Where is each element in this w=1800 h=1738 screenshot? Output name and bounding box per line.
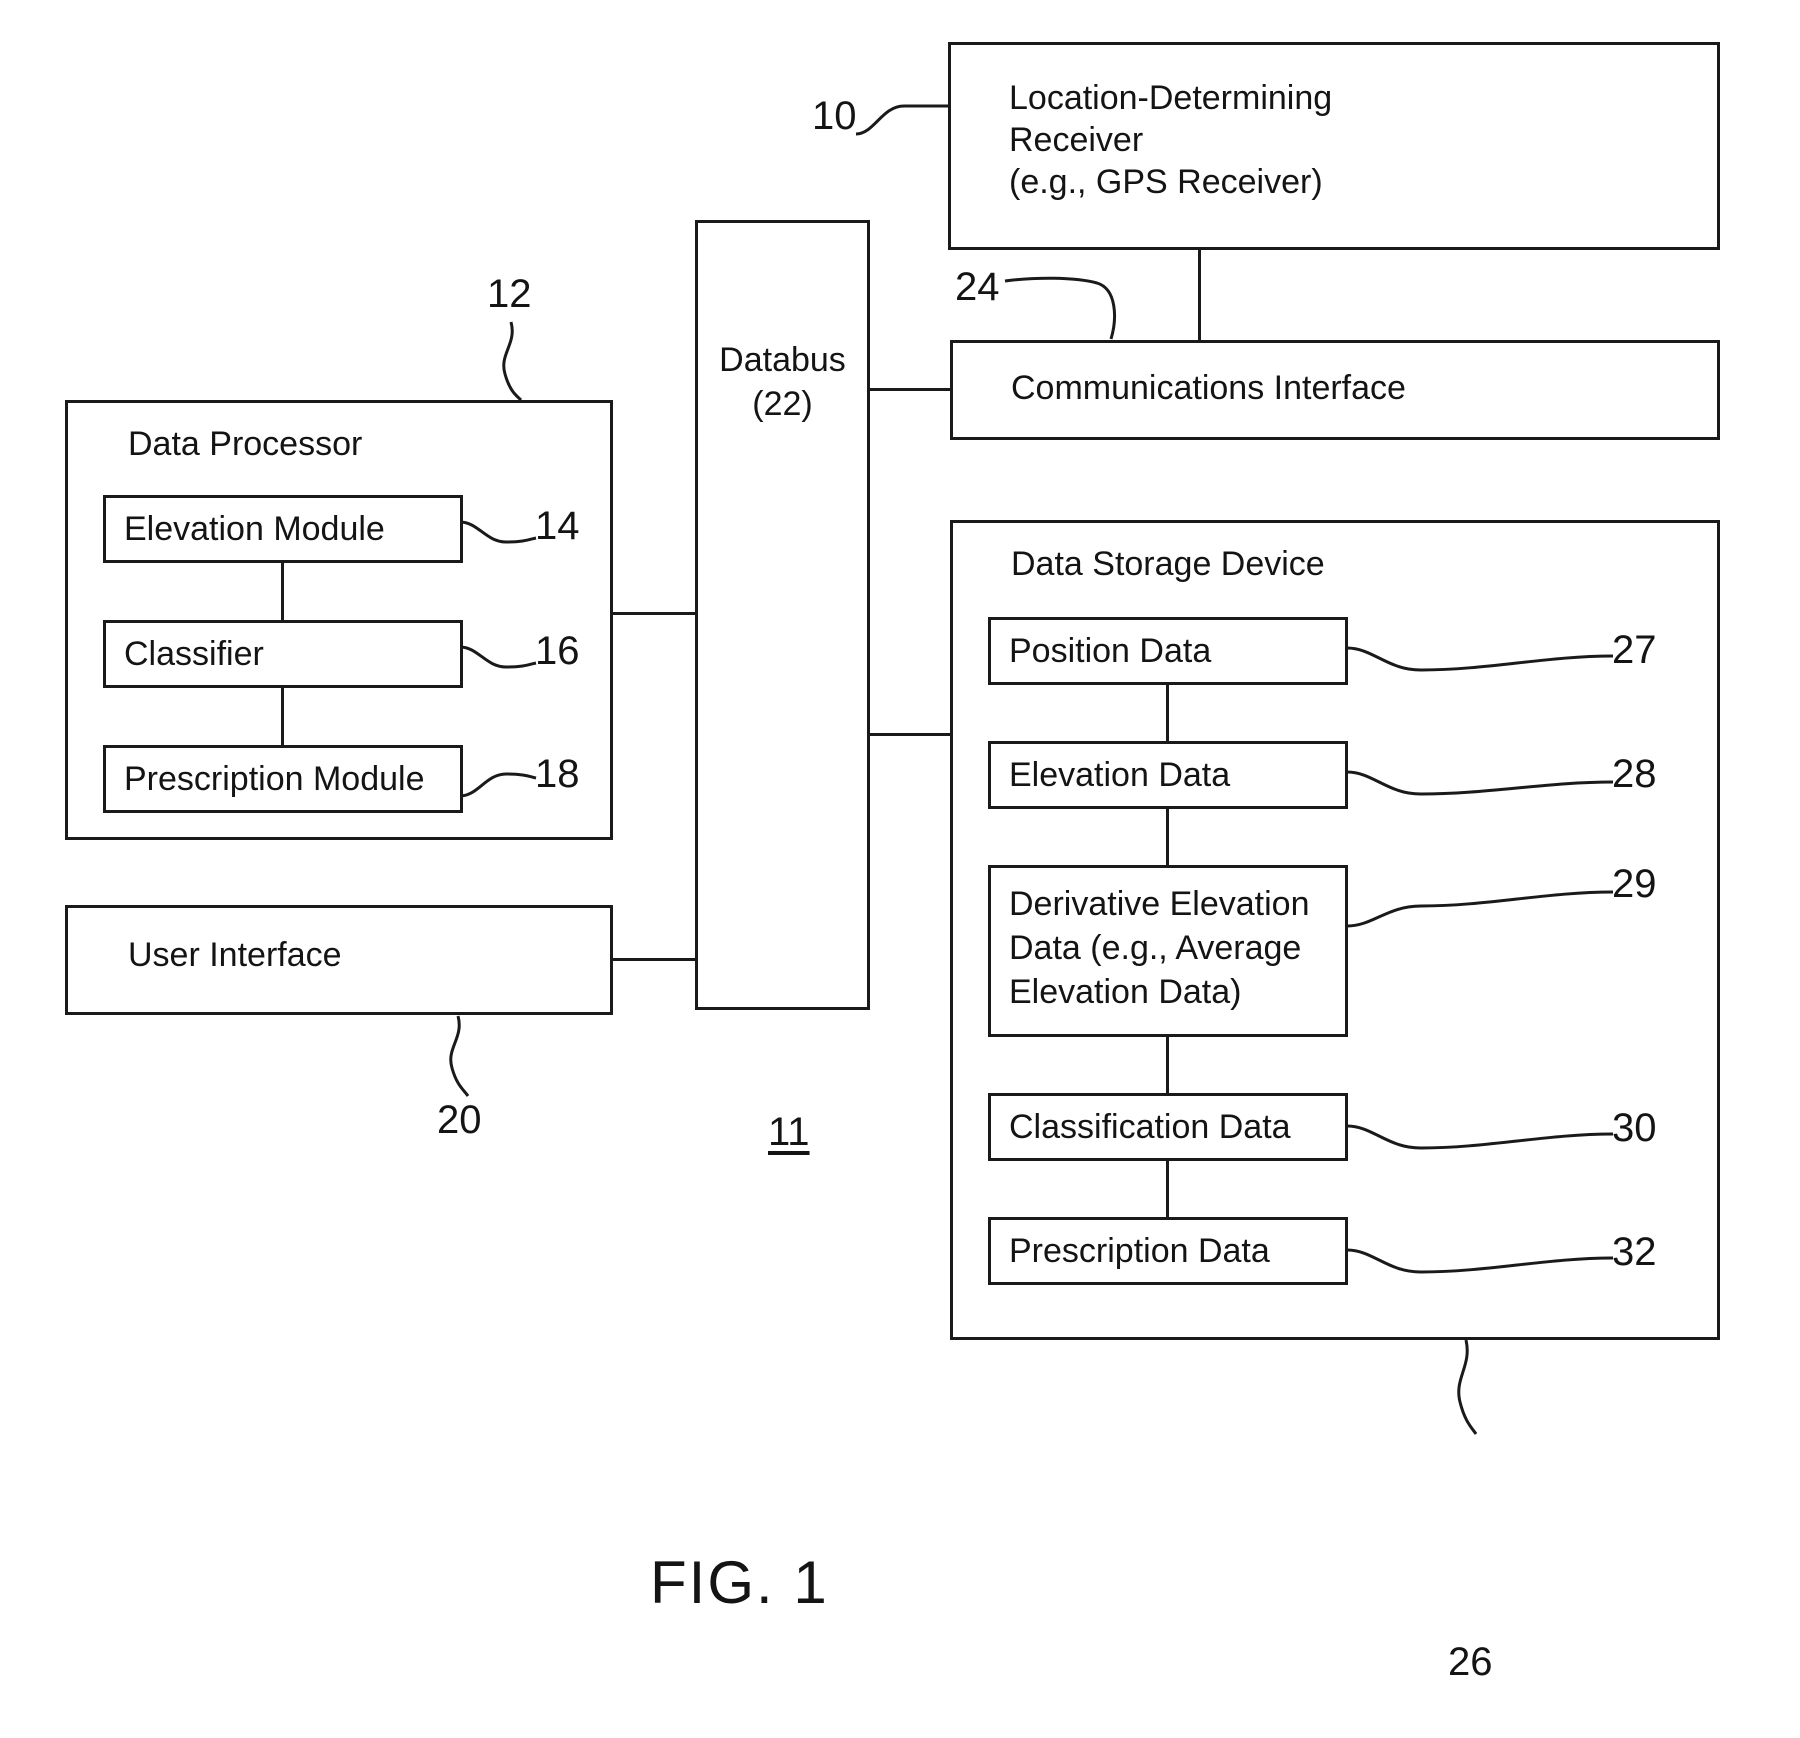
prescription-data-label: Prescription Data [1009,1232,1270,1270]
connector-databus-to-user-interface [613,958,697,961]
elevation-module-box: Elevation Module [103,495,463,563]
derivative-elevation-data-box: Derivative Elevation Data (e.g., Average… [988,865,1348,1037]
data-processor-title: Data Processor [128,425,363,463]
figure-label: FIG. 1 [650,1549,829,1616]
connector-position-to-elevation [1166,685,1169,741]
location-determining-receiver-box: Location-Determining Receiver (e.g., GPS… [948,42,1720,250]
databus-title: Databus [719,341,846,379]
data-storage-device-box: Data Storage Device Position Data Elevat… [950,520,1720,1340]
elevation-data-box: Elevation Data [988,741,1348,809]
classification-data-box: Classification Data [988,1093,1348,1161]
classifier-box: Classifier [103,620,463,688]
derivative-elevation-data-label: Derivative Elevation Data (e.g., Average… [1009,885,1310,1011]
communications-interface-title: Communications Interface [1011,369,1406,407]
ref-27: 27 [1612,628,1657,672]
position-data-label: Position Data [1009,632,1212,670]
ref-32: 32 [1612,1230,1657,1274]
ref-10: 10 [812,94,857,138]
ref-24: 24 [955,265,1000,309]
ref-16: 16 [535,629,580,673]
leader-line-20 [449,1015,470,1097]
leader-line-10 [855,104,948,136]
data-processor-box: Data Processor Elevation Module Classifi… [65,400,613,840]
connector-databus-to-processor [613,612,697,615]
data-storage-device-title: Data Storage Device [1011,545,1325,583]
location-determining-receiver-title: Location-Determining Receiver (e.g., GPS… [1009,79,1333,201]
prescription-module-box: Prescription Module [103,745,463,813]
connector-databus-to-storage [868,733,952,736]
connector-elevation-to-derivative [1166,809,1169,865]
communications-interface-box: Communications Interface [950,340,1720,440]
prescription-module-label: Prescription Module [124,760,425,798]
connector-derivative-to-classification [1166,1037,1169,1093]
elevation-data-label: Elevation Data [1009,756,1231,794]
position-data-box: Position Data [988,617,1348,685]
connector-classification-to-prescription [1166,1161,1169,1217]
leader-line-24 [1004,276,1116,340]
connector-receiver-to-comms [1198,250,1201,340]
connector-classifier-to-prescription [281,688,284,745]
ref-14: 14 [535,504,580,548]
patent-figure-page: Location-Determining Receiver (e.g., GPS… [0,0,1800,1738]
leader-line-26 [1457,1339,1478,1435]
ref-26: 26 [1448,1640,1493,1684]
connector-elevation-to-classifier [281,563,284,620]
ref-28: 28 [1612,752,1657,796]
connector-databus-to-comms [868,388,952,391]
databus-ref-paren: (22) [752,385,813,423]
ref-18: 18 [535,752,580,796]
ref-12: 12 [487,272,532,316]
ref-30: 30 [1612,1106,1657,1150]
classifier-label: Classifier [124,635,264,673]
prescription-data-box: Prescription Data [988,1217,1348,1285]
ref-29: 29 [1612,862,1657,906]
classification-data-label: Classification Data [1009,1108,1291,1146]
leader-line-12 [502,321,523,402]
databus-box: Databus (22) [695,220,870,1010]
ref-11-system: 11 [768,1110,810,1154]
user-interface-box: User Interface [65,905,613,1015]
ref-20: 20 [437,1098,482,1142]
elevation-module-label: Elevation Module [124,510,385,548]
user-interface-title: User Interface [128,936,342,974]
